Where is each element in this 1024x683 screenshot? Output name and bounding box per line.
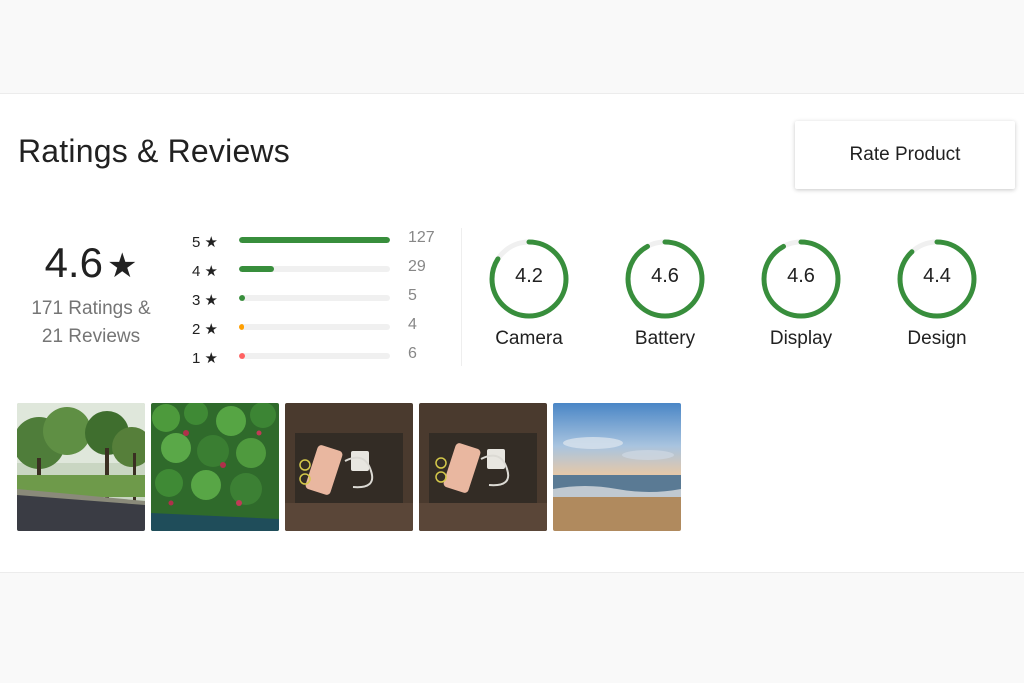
rating-bar-row: 3 ★ 5 xyxy=(192,284,452,313)
ratings-count: 171 Ratings & xyxy=(31,298,151,319)
aspect-name: Display xyxy=(769,328,833,349)
aspect-name: Battery xyxy=(634,328,696,349)
photo-image xyxy=(285,403,413,531)
average-rating: 4.6 ★ xyxy=(16,236,166,293)
aspect-score: 4.4 xyxy=(923,265,951,287)
rate-product-button[interactable]: Rate Product xyxy=(795,121,1015,189)
photo-phone-box-contents-2[interactable] xyxy=(419,403,547,531)
aspect-rating-battery[interactable]: 4.6 Battery xyxy=(624,238,706,350)
rating-bar-fill xyxy=(239,237,390,243)
aspect-score: 4.6 xyxy=(787,265,815,287)
rating-count: 29 xyxy=(408,258,426,275)
rating-bar-row: 4 ★ 29 xyxy=(192,255,452,284)
rating-bar-fill xyxy=(239,324,245,330)
aspect-score: 4.6 xyxy=(651,265,679,287)
average-rating-value: 4.6 xyxy=(44,239,103,286)
rating-count: 127 xyxy=(408,229,435,246)
vertical-divider xyxy=(461,228,462,366)
rating-count: 4 xyxy=(408,316,417,333)
rating-bar-row: 5 ★ 127 xyxy=(192,226,452,255)
photo-beach-sunset[interactable] xyxy=(553,403,681,531)
photo-phone-box-contents[interactable] xyxy=(285,403,413,531)
photo-image xyxy=(553,403,681,531)
aspect-rating-camera[interactable]: 4.2 Camera xyxy=(488,238,570,350)
rating-bar-track xyxy=(239,295,390,301)
star-level-label: 5 ★ xyxy=(192,234,218,251)
reviews-count: 21 Reviews xyxy=(41,326,141,347)
overall-rating: 4.6 ★ 171 Ratings & 21 Reviews xyxy=(16,236,166,351)
star-level-label: 3 ★ xyxy=(192,292,218,309)
rating-distribution: 5 ★ 127 4 ★ 29 3 ★ 5 2 ★ 4 1 ★ 6 xyxy=(192,226,452,371)
star-level-label: 2 ★ xyxy=(192,321,218,338)
photo-tree-lined-road[interactable] xyxy=(17,403,145,531)
rating-bar-row: 1 ★ 6 xyxy=(192,342,452,371)
rating-count: 5 xyxy=(408,287,417,304)
photo-image xyxy=(17,403,145,531)
photo-image xyxy=(151,403,279,531)
aspect-name: Design xyxy=(907,328,967,349)
star-level-label: 1 ★ xyxy=(192,350,218,367)
section-title: Ratings & Reviews xyxy=(18,133,290,169)
photo-green-foliage[interactable] xyxy=(151,403,279,531)
star-level-label: 4 ★ xyxy=(192,263,218,280)
star-icon: ★ xyxy=(106,247,138,285)
aspect-rating-display[interactable]: 4.6 Display xyxy=(760,238,842,350)
rating-bar-track xyxy=(239,237,390,243)
aspect-rating-design[interactable]: 4.4 Design xyxy=(896,238,978,350)
rating-count: 6 xyxy=(408,345,417,362)
rating-bar-fill xyxy=(239,266,274,272)
rating-bar-fill xyxy=(239,353,246,359)
rating-bar-row: 2 ★ 4 xyxy=(192,313,452,342)
rating-bar-track xyxy=(239,266,390,272)
rating-bar-track xyxy=(239,324,390,330)
rating-bar-fill xyxy=(239,295,246,301)
aspect-score: 4.2 xyxy=(515,265,543,287)
aspect-name: Camera xyxy=(495,328,563,349)
rating-bar-track xyxy=(239,353,390,359)
photo-image xyxy=(419,403,547,531)
